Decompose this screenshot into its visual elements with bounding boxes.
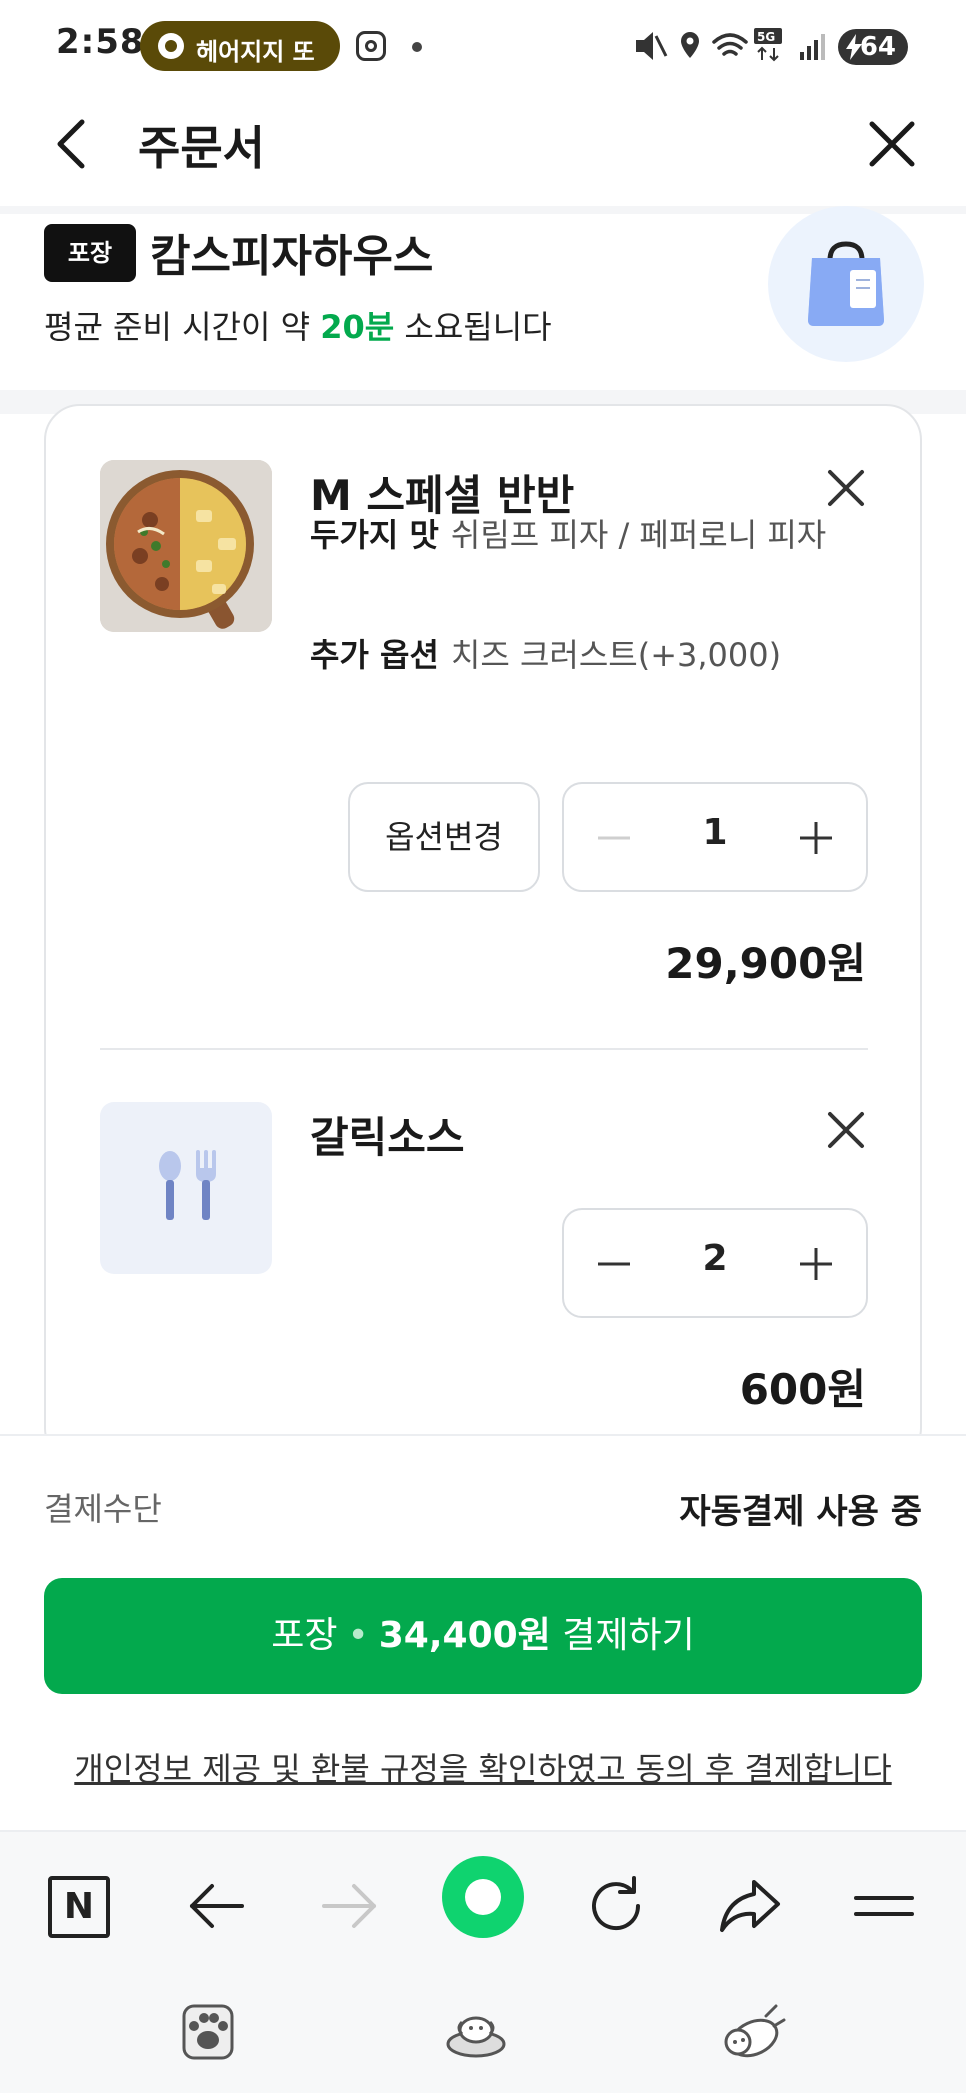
item-name: 갈릭소스 — [310, 1113, 465, 1162]
pay-button-action: 결제하기 — [562, 1615, 695, 1656]
pay-button-type: 포장 — [271, 1615, 338, 1656]
payment-panel: 결제수단 자동결제 사용 중 포장 • 34,400원 결제하기 개인정보 제공 및… — [0, 1434, 966, 1830]
store-name: 캄스피자하우스 — [150, 231, 434, 282]
item-price: 29,900원 — [665, 939, 866, 988]
browser-forward-button[interactable] — [312, 1868, 388, 1944]
arrow-left-icon — [190, 1884, 244, 1928]
green-dot-button[interactable] — [442, 1856, 524, 1938]
svg-text:5G: 5G — [757, 30, 775, 44]
close-icon — [828, 1112, 864, 1148]
quantity-stepper: 2 — [562, 1208, 868, 1318]
menu-button[interactable] — [846, 1868, 922, 1944]
status-bar: 2:58 헤어지지 또 5G 64 — [0, 0, 966, 92]
payment-method-value[interactable]: 자동결제 사용 중 — [679, 1484, 922, 1533]
prep-time-text: 평균 준비 시간이 약 20분 소요됩니다 — [44, 308, 552, 346]
shopping-bag-icon — [808, 241, 884, 326]
remove-item-button[interactable] — [822, 1106, 870, 1154]
location-icon — [681, 32, 699, 58]
instagram-icon — [356, 31, 386, 61]
chevron-left-icon — [57, 119, 85, 169]
pizza-image — [100, 460, 272, 632]
app-icon — [158, 33, 184, 59]
increase-button[interactable] — [796, 1244, 836, 1284]
more-notifications-icon — [412, 42, 422, 52]
cart-card: M 스페셜 반반 두가지 맛 쉬림프 피자 / 페퍼로니 피자 추가 옵션 치즈 크… — [44, 404, 922, 1464]
battery-level: 64 — [859, 32, 896, 62]
wifi-icon — [712, 33, 748, 56]
increase-button[interactable] — [796, 818, 836, 858]
change-option-button[interactable]: 옵션변경 — [348, 782, 540, 892]
option-row-flavor: 두가지 맛 쉬림프 피자 / 페퍼로니 피자 — [310, 504, 830, 566]
dog-icon — [724, 2004, 786, 2058]
option-value: 쉬림프 피자 / 페퍼로니 피자 — [450, 516, 827, 554]
quantity-stepper: 1 — [562, 782, 868, 892]
shopping-bag-illustration — [768, 206, 924, 362]
consent-link[interactable]: 개인정보 제공 및 환불 규정을 확인하였고 동의 후 결제합니다 — [0, 1744, 966, 1790]
share-icon — [720, 1880, 780, 1932]
naver-home-button[interactable]: N — [48, 1876, 110, 1938]
prep-time-value: 20분 — [320, 308, 395, 346]
browser-toolbar: N — [0, 1830, 966, 2093]
system-icons: 5G — [636, 28, 825, 62]
plus-icon — [800, 1248, 832, 1280]
share-button[interactable] — [712, 1868, 788, 1944]
close-icon — [869, 121, 915, 167]
menu-icon — [854, 1896, 914, 1916]
payment-method-label: 결제수단 — [44, 1490, 162, 1528]
option-value: 치즈 크러스트(+3,000) — [450, 636, 782, 674]
takeout-badge: 포장 — [44, 224, 136, 282]
close-icon — [828, 470, 864, 506]
plus-icon — [800, 822, 832, 854]
refresh-icon — [592, 1876, 641, 1931]
utensils-image — [100, 1102, 272, 1274]
5g-icon: 5G — [754, 28, 782, 62]
page-title: 주문서 — [138, 121, 265, 175]
close-button[interactable] — [862, 114, 922, 174]
signal-icon — [800, 34, 825, 60]
paw-icon — [182, 2004, 234, 2060]
option-key: 두가지 맛 — [310, 516, 439, 554]
pay-button-amount: 34,400원 — [378, 1615, 551, 1656]
store-info: 포장 캄스피자하우스 평균 준비 시간이 약 20분 소요됩니다 — [0, 206, 966, 400]
utensils-icon — [159, 1150, 216, 1220]
pay-button[interactable]: 포장 • 34,400원 결제하기 — [44, 1578, 922, 1694]
refresh-button[interactable] — [578, 1868, 654, 1944]
option-key: 추가 옵션 — [310, 636, 439, 674]
arrow-right-icon — [322, 1884, 376, 1928]
charging-icon — [846, 34, 862, 60]
mute-icon — [636, 32, 668, 60]
notification-text: 헤어지지 또 — [196, 38, 315, 66]
status-time: 2:58 — [56, 22, 145, 62]
battery-indicator: 64 — [838, 29, 908, 65]
back-button[interactable] — [48, 114, 98, 174]
notification-pill[interactable]: 헤어지지 또 — [140, 21, 340, 71]
item-divider — [100, 1048, 868, 1050]
option-row-extra: 추가 옵션 치즈 크러스트(+3,000) — [310, 624, 830, 686]
page-header: 주문서 — [0, 92, 966, 206]
pet-bed-icon — [446, 2016, 506, 2058]
browser-back-button[interactable] — [178, 1868, 254, 1944]
item-price: 600원 — [739, 1365, 866, 1414]
